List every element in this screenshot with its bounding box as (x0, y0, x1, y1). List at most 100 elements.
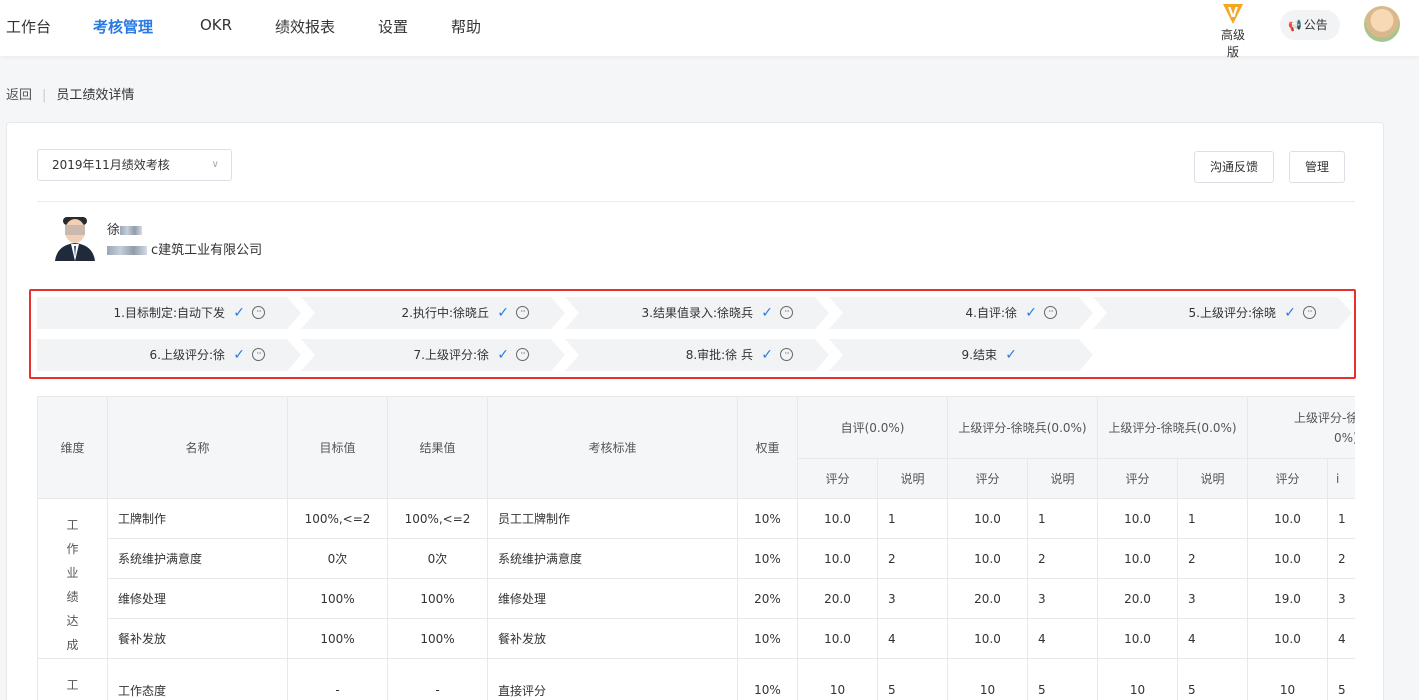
cell-result: 100% (387, 618, 488, 659)
assessment-table: 维度 名称 目标值 结果值 考核标准 权重 自评(0.0%) 上级评分-徐晓兵(… (37, 396, 1355, 700)
cell-score: 20.0 (1097, 578, 1179, 619)
more-icon[interactable]: ··· (516, 348, 529, 361)
employee-avatar (53, 215, 97, 261)
cell-note: 1 (1027, 498, 1099, 539)
more-icon[interactable]: ··· (780, 306, 793, 319)
col-score: 评分 (797, 458, 878, 499)
cell-score: 20.0 (947, 578, 1029, 619)
cell-note: 3 (1177, 578, 1249, 619)
cell-score: 10.0 (947, 618, 1029, 659)
cell-name: 工牌制作 (107, 498, 288, 539)
page-title: 员工绩效详情 (56, 88, 135, 103)
nav-help[interactable]: 帮助 (451, 16, 481, 37)
col-score: 评分 (947, 458, 1029, 499)
breadcrumb: 返回 | 员工绩效详情 (6, 84, 134, 103)
flow-step-label: 2.执行中:徐晓丘 (401, 306, 489, 320)
check-icon: ✓ (1005, 347, 1017, 363)
cell-score: 10 (797, 658, 878, 700)
cell-note: 2 (876, 538, 949, 579)
dimension-label: 工作 (66, 678, 79, 692)
cell-score: 10.0 (1247, 498, 1329, 539)
cell-weight: 20% (737, 578, 798, 619)
flow-step-label: 4.自评:徐 (965, 306, 1017, 320)
flow-step[interactable]: 8.审批:徐 兵 ✓ ··· (565, 339, 829, 371)
flow-step[interactable]: 4.自评:徐 ✓ ··· (829, 297, 1093, 329)
more-icon[interactable]: ··· (1303, 306, 1316, 319)
more-icon[interactable]: ··· (252, 348, 265, 361)
dimension-label: 工作业绩达成 (66, 518, 79, 652)
nav-reports[interactable]: 绩效报表 (275, 16, 335, 37)
megaphone-icon: 📢 (1288, 19, 1302, 32)
cell-result: - (387, 658, 488, 700)
more-icon[interactable]: ··· (1044, 306, 1057, 319)
more-icon[interactable]: ··· (516, 306, 529, 319)
vip-edition[interactable]: V 高级版 (1216, 4, 1250, 60)
cell-result: 100% (387, 578, 488, 619)
cell-note: 1 (876, 498, 949, 539)
check-icon: ✓ (233, 305, 245, 321)
notice-button[interactable]: 📢 公告 (1280, 10, 1340, 40)
flow-step-label: 7.上级评分:徐 (413, 348, 489, 362)
nav-assessment[interactable]: 考核管理 (93, 16, 153, 37)
back-link[interactable]: 返回 (6, 88, 32, 103)
nav-workbench[interactable]: 工作台 (6, 16, 51, 37)
more-icon[interactable]: ··· (252, 306, 265, 319)
flow-step-label: 8.审批:徐 兵 (685, 348, 753, 362)
cell-target: 100% (287, 618, 388, 659)
table-row: 工作业绩达成 工牌制作 100%,<=2 100%,<=2 员工工牌制作 10%… (37, 498, 1355, 659)
notice-label: 公告 (1303, 18, 1328, 32)
cell-standard: 餐补发放 (487, 618, 738, 659)
flow-step[interactable]: 1.目标制定:自动下发 ✓ ··· (37, 297, 301, 329)
cell-score: 20.0 (797, 578, 878, 619)
check-icon: ✓ (233, 347, 245, 363)
check-icon: ✓ (1025, 305, 1037, 321)
col-group-sup3-b: 0%) (1334, 430, 1355, 445)
cell-weight: 10% (737, 538, 798, 579)
cell-note: 5 (1177, 658, 1249, 700)
flow-step-label: 9.结束 (961, 348, 997, 362)
cell-standard: 维修处理 (487, 578, 738, 619)
col-score: 评分 (1247, 458, 1329, 499)
employee-name: 徐 (107, 219, 143, 238)
table-row: 餐补发放 100% 100% 餐补发放 10% 10.0 4 10.0 4 10… (38, 618, 1355, 659)
cell-score: 10.0 (1097, 538, 1179, 579)
redacted-mosaic (120, 226, 143, 235)
flow-step-label: 6.上级评分:徐 (149, 348, 225, 362)
cell-note: 1 (1177, 498, 1249, 539)
cell-target: 100% (287, 578, 388, 619)
cell-note: 2 (1327, 538, 1355, 579)
cell-target: 100%,<=2 (287, 498, 388, 539)
flow-step[interactable]: 9.结束 ✓ (829, 339, 1093, 371)
dimension-cell: 工作业绩达成 (37, 498, 108, 659)
flow-step-label: 5.上级评分:徐晓 (1188, 306, 1276, 320)
cell-target: 0次 (287, 538, 388, 579)
table-row: 工作 工作态度 - - 直接评分 10% 10 5 10 5 10 5 10 5 (37, 658, 1355, 700)
cell-name: 系统维护满意度 (107, 538, 288, 579)
flow-step[interactable]: 3.结果值录入:徐晓兵 ✓ ··· (565, 297, 829, 329)
nav-okr[interactable]: OKR (200, 16, 232, 34)
redacted-mosaic (107, 246, 147, 255)
nav-settings[interactable]: 设置 (378, 16, 408, 37)
flow-step[interactable]: 5.上级评分:徐晓 ✓ ··· (1093, 297, 1352, 329)
cell-score: 19.0 (1247, 578, 1329, 619)
period-select[interactable]: 2019年11月绩效考核 ∨ (37, 149, 232, 181)
top-nav: 工作台 考核管理 OKR 绩效报表 设置 帮助 V 高级版 📢 公告 (0, 0, 1419, 59)
manage-button[interactable]: 管理 (1289, 151, 1345, 183)
flow-step[interactable]: 7.上级评分:徐 ✓ ··· (301, 339, 565, 371)
col-weight: 权重 (737, 396, 798, 499)
flow-step[interactable]: 6.上级评分:徐 ✓ ··· (37, 339, 301, 371)
cell-note: 3 (876, 578, 949, 619)
flow-step[interactable]: 2.执行中:徐晓丘 ✓ ··· (301, 297, 565, 329)
cell-note: 1 (1327, 498, 1355, 539)
more-icon[interactable]: ··· (780, 348, 793, 361)
col-score: 评分 (1097, 458, 1179, 499)
user-avatar[interactable] (1364, 6, 1400, 42)
col-group-sup1: 上级评分-徐晓兵(0.0%) (947, 396, 1099, 459)
feedback-button[interactable]: 沟通反馈 (1194, 151, 1274, 183)
cell-name: 工作态度 (107, 658, 288, 700)
cell-note: 5 (1327, 658, 1355, 700)
cell-standard: 直接评分 (487, 658, 738, 700)
cell-name: 维修处理 (107, 578, 288, 619)
cell-score: 10.0 (947, 498, 1029, 539)
cell-note: 2 (1177, 538, 1249, 579)
